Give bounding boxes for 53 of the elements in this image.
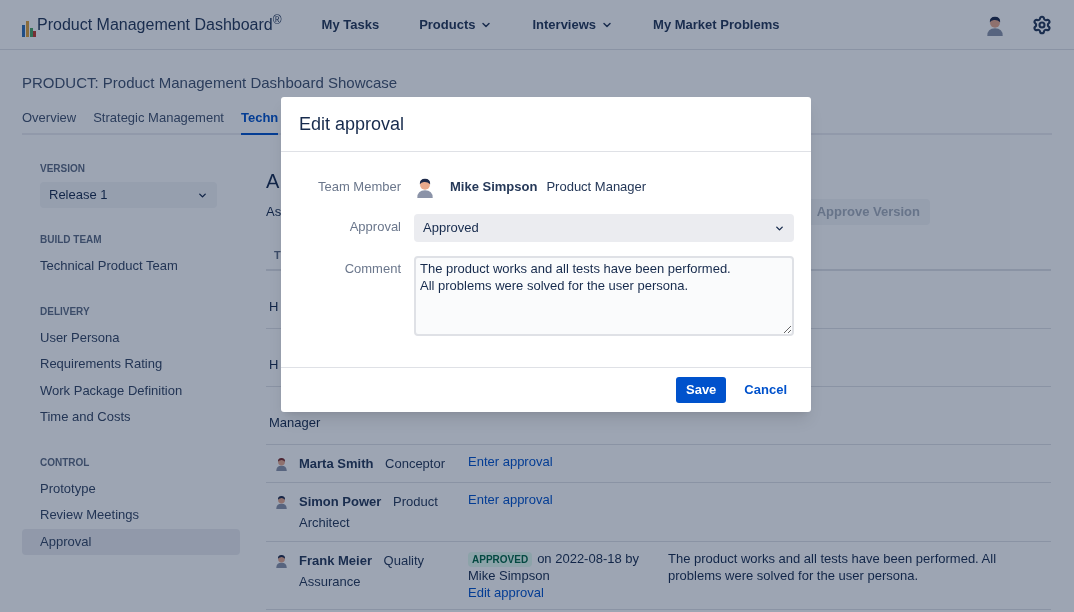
column-header: T bbox=[274, 247, 281, 263]
approval-info: APPROVED on 2022-08-18 by Mike Simpson bbox=[468, 550, 641, 584]
table-cell-text: Manager bbox=[269, 413, 321, 432]
table-cell-text: H bbox=[269, 355, 279, 374]
field-label: Team Member bbox=[316, 178, 402, 196]
member-role: Product Manager bbox=[546, 178, 647, 197]
member-name: Mike Simpson bbox=[450, 178, 538, 197]
nav-menu-item[interactable]: My Tasks bbox=[301, 14, 400, 35]
nav-menu-item[interactable]: My Market Problems bbox=[633, 14, 800, 35]
version-select[interactable]: Release 1 bbox=[40, 182, 217, 208]
team-member-text: Frank Meier Quality Assurance bbox=[299, 552, 426, 591]
status-lozenge: APPROVED bbox=[468, 552, 533, 567]
approval-link[interactable]: Edit approval bbox=[468, 584, 544, 601]
team-member-text: Simon Power Product Architect bbox=[299, 493, 439, 532]
tab[interactable]: Techn bbox=[241, 107, 279, 135]
approval-link[interactable]: Enter approval bbox=[468, 491, 553, 508]
sidebar-item[interactable]: Technical Product Team bbox=[22, 253, 240, 280]
avatar-icon bbox=[414, 176, 436, 198]
sidebar-item[interactable]: Requirements Rating bbox=[22, 351, 240, 378]
field-label: Approval bbox=[348, 218, 402, 236]
sidebar-heading: DELIVERY bbox=[39, 304, 91, 319]
approval-link[interactable]: Enter approval bbox=[468, 453, 553, 470]
cancel-button[interactable]: Cancel bbox=[738, 377, 793, 403]
dialog-title: Edit approval bbox=[299, 112, 405, 136]
sidebar-item[interactable]: Work Package Definition bbox=[22, 377, 240, 404]
product-title: PRODUCT: Product Management Dashboard Showcase bbox=[22, 73, 399, 93]
avatar-icon bbox=[274, 553, 289, 568]
page-heading: A bbox=[266, 169, 280, 193]
table-cell-text: H bbox=[269, 297, 279, 316]
sidebar-item[interactable]: Time and Costs bbox=[22, 404, 240, 431]
save-button[interactable]: Save bbox=[676, 377, 727, 403]
sidebar-item[interactable]: Prototype bbox=[22, 475, 240, 502]
tab[interactable]: Strategic Management bbox=[93, 107, 224, 133]
page-subtitle: As bbox=[266, 203, 282, 222]
sidebar-item[interactable]: Approval bbox=[22, 528, 240, 555]
sidebar-item[interactable]: Review Meetings bbox=[22, 502, 240, 529]
sidebar-heading: CONTROL bbox=[39, 455, 91, 470]
settings-button[interactable] bbox=[1032, 14, 1052, 35]
app-logo-text[interactable]: Product Management Dashboard$^{®}$ bbox=[37, 12, 282, 37]
bar-chart-logo-icon bbox=[22, 18, 36, 37]
sidebar-item[interactable]: User Persona bbox=[22, 324, 240, 351]
avatar-icon bbox=[274, 494, 289, 509]
sidebar-heading: VERSION bbox=[39, 162, 86, 176]
nav-menu-item[interactable]: Products bbox=[399, 14, 513, 35]
team-member-text: Marta Smith Conceptor bbox=[299, 455, 445, 473]
sidebar-heading: BUILD TEAM bbox=[39, 233, 103, 247]
field-label: Comment bbox=[343, 260, 402, 278]
approval-comment: The product works and all tests have been performed. All problems were solved for the user persona. bbox=[668, 550, 998, 585]
tab[interactable]: Overview bbox=[22, 107, 77, 133]
nav-menu-item[interactable]: Interviews bbox=[512, 14, 634, 35]
approval-select[interactable]: Approved bbox=[414, 214, 794, 242]
avatar-icon bbox=[274, 456, 289, 471]
comment-field[interactable]: The product works and all tests have been performed. All problems were solved for the user persona. bbox=[414, 256, 794, 336]
